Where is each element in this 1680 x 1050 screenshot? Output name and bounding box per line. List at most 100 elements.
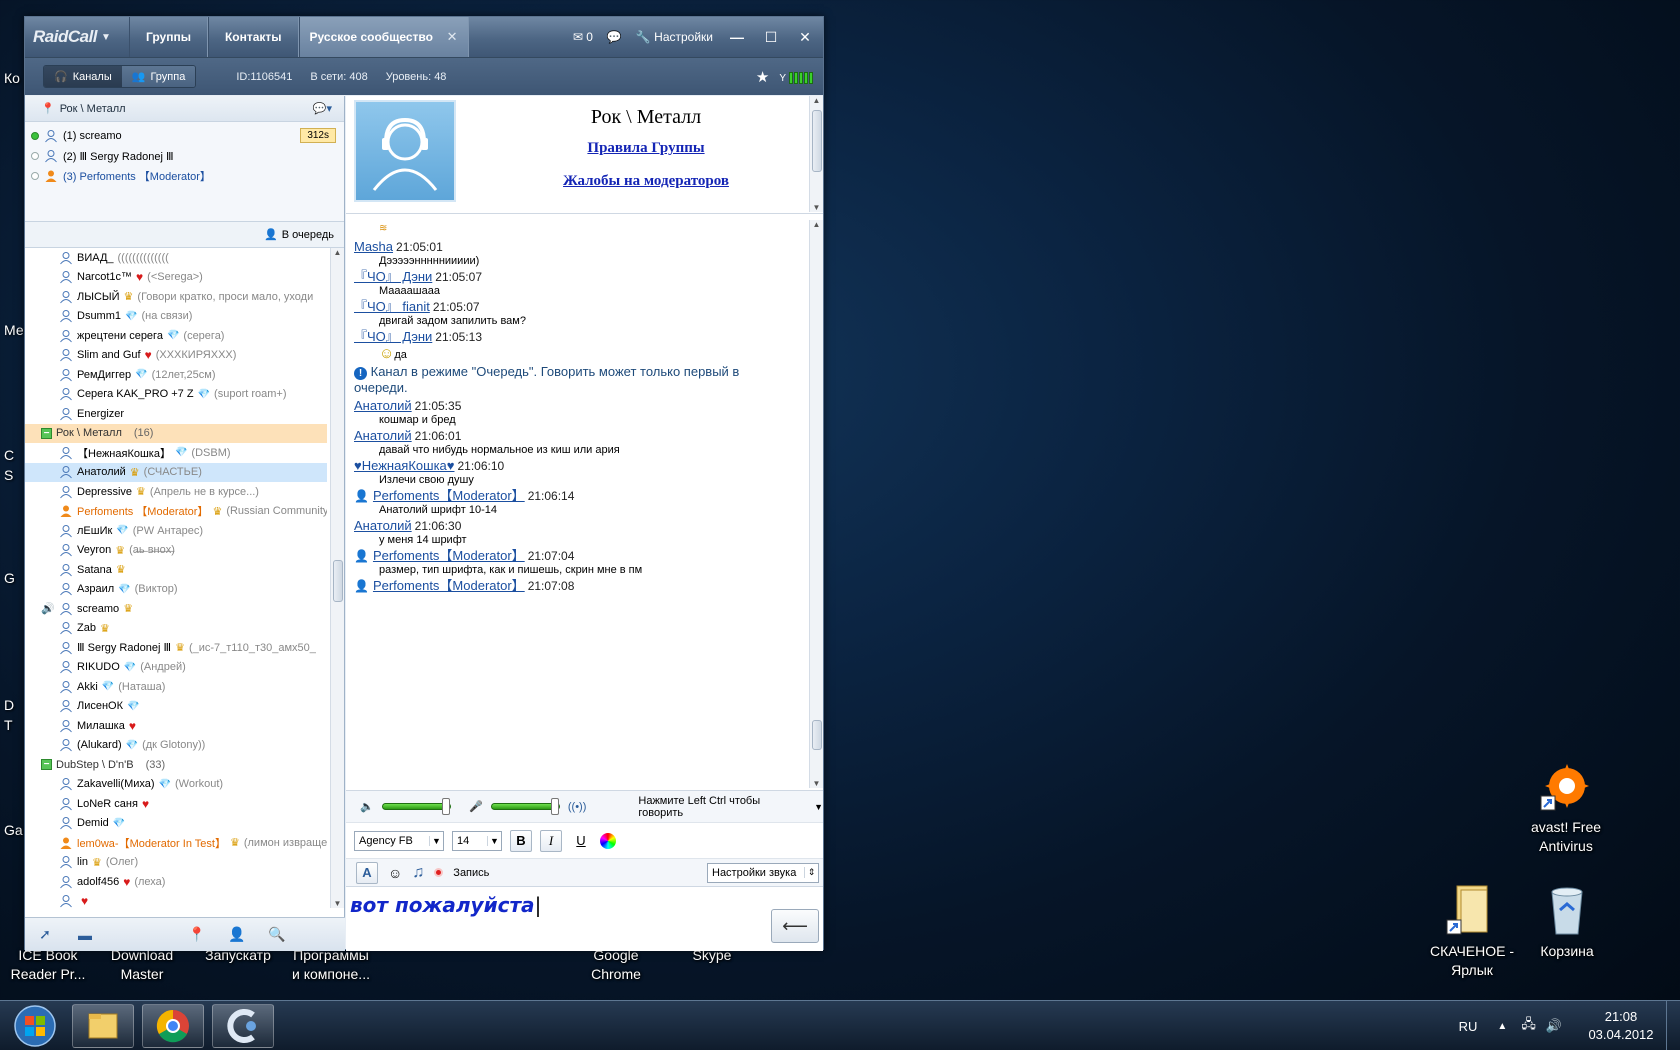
color-picker-icon[interactable] xyxy=(600,832,616,849)
message-input[interactable]: вот пожалуйста| ⟵ xyxy=(346,886,823,951)
bold-button[interactable]: B xyxy=(510,829,532,852)
member-tree-scrollbar[interactable]: ▲ ▼ xyxy=(330,248,344,908)
user-search-icon[interactable]: 👤 xyxy=(217,926,257,943)
message-author[interactable]: Анатолий xyxy=(354,518,412,533)
scroll-down-icon[interactable]: ▼ xyxy=(810,779,823,788)
member-row[interactable]: РемДиггер 💎 (12лет,25см) xyxy=(25,365,327,385)
tab-russian-community[interactable]: Русское сообщество ✕ xyxy=(298,17,469,57)
tab-contacts[interactable]: Контакты xyxy=(207,17,299,57)
scroll-up-icon[interactable]: ▲ xyxy=(331,248,344,257)
info-scrollbar[interactable]: ▲ ▼ xyxy=(809,96,823,212)
star-icon[interactable]: ★ xyxy=(756,68,769,86)
message-author[interactable]: 『ЧО』 Дэни xyxy=(354,329,432,344)
member-row[interactable]: Energizer xyxy=(25,404,327,424)
scroll-up-icon[interactable]: ▲ xyxy=(810,96,823,105)
member-row[interactable]: Серега KAK_PRO +7 Z 💎 (suport roam+) xyxy=(25,385,327,405)
italic-button[interactable]: I xyxy=(540,829,562,852)
underline-button[interactable]: U xyxy=(570,830,592,852)
member-row[interactable]: LoNeR саня ♥ xyxy=(25,794,327,814)
record-button[interactable]: Запись xyxy=(453,867,489,879)
group-button[interactable]: 👥 Группа xyxy=(121,66,196,87)
queue-item[interactable]: (3) Perfoments 【Moderator】 xyxy=(25,166,344,186)
channel-group[interactable]: − Рок \ Металл (16) xyxy=(25,423,327,443)
member-row[interactable]: Veyron ♛ (а̶ь̶ в̶н̶о̶х̶) xyxy=(25,541,327,561)
desktop-label-download-master[interactable]: Download Master xyxy=(100,946,184,984)
scrollbar-thumb[interactable] xyxy=(333,560,343,602)
member-row[interactable]: Милашка ♥ xyxy=(25,716,327,736)
member-row[interactable]: Zakavelli(Миха) 💎 (Workout) xyxy=(25,775,327,795)
message-author[interactable]: Perfoments【Moderator】 xyxy=(373,548,525,563)
member-row[interactable]: Satana ♛ xyxy=(25,560,327,580)
close-button[interactable]: ✕ xyxy=(795,29,815,46)
member-row[interactable]: (Alukard) 💎 (дк Glotony)) xyxy=(25,736,327,756)
mail-button[interactable]: ✉ 0 xyxy=(573,30,593,44)
microphone-icon[interactable]: 🎤 xyxy=(469,800,483,813)
queue-item[interactable]: (1) screamo 312s xyxy=(25,126,344,146)
start-button[interactable] xyxy=(6,1004,64,1048)
desktop-icon-recycle-bin[interactable]: Корзина xyxy=(1522,880,1612,961)
message-author[interactable]: Анатолий xyxy=(354,398,412,413)
show-desktop-button[interactable] xyxy=(1666,1001,1680,1050)
member-row[interactable]: RIKUDO 💎 (Андрей) xyxy=(25,658,327,678)
message-author[interactable]: Perfoments【Moderator】 xyxy=(373,578,525,593)
location-pin-icon[interactable]: 📍 xyxy=(177,926,217,943)
close-tab-icon[interactable]: ✕ xyxy=(447,29,458,45)
font-select[interactable]: Agency FB ▼ xyxy=(354,830,444,851)
group-rules-link[interactable]: Правила Группы xyxy=(486,140,806,157)
member-row[interactable]: Perfoments 【Moderator】 ♛ (Russian Communit… xyxy=(25,502,327,522)
message-author[interactable]: 『ЧО』 Дэни xyxy=(354,269,432,284)
member-row[interactable]: Dsumm1 💎 (на связи) xyxy=(25,307,327,327)
scrollbar-thumb[interactable] xyxy=(812,720,822,750)
show-hidden-icons-icon[interactable]: ▲ xyxy=(1497,1021,1507,1032)
desktop-label-programs[interactable]: Программы и компоне... xyxy=(286,946,376,984)
search-icon[interactable]: 🔍 xyxy=(257,926,297,943)
desktop-label-icebook[interactable]: ICE Book Reader Pr... xyxy=(6,946,90,984)
member-row[interactable]: ЛЫСЫЙ ♛ (Говори кратко, проси мало, уходи xyxy=(25,287,327,307)
chevron-down-icon[interactable]: ▼ xyxy=(814,802,823,812)
message-author[interactable]: ♥НежнаяКошка♥ xyxy=(354,458,455,473)
member-row[interactable]: lin ♛ (Олег) xyxy=(25,853,327,873)
speaker-volume-icon[interactable]: 🔈 xyxy=(360,800,374,813)
scroll-up-icon[interactable]: ▲ xyxy=(810,220,823,229)
raidcall-logo[interactable]: RaidCall ▼ xyxy=(25,27,129,47)
desktop-label-chrome[interactable]: Google Chrome xyxy=(576,946,656,984)
chat-scrollbar[interactable]: ▲ ▼ xyxy=(809,220,823,788)
sound-settings-button[interactable]: Настройки звука ⇕ xyxy=(707,862,819,883)
collapse-icon[interactable]: ▬ xyxy=(65,927,105,943)
font-style-icon[interactable]: A xyxy=(356,861,378,884)
member-row[interactable]: лЕшИк 💎 (PW Антарес) xyxy=(25,521,327,541)
chat-mode-icon[interactable]: 💬▾ xyxy=(313,102,332,115)
member-row[interactable]: Narcot1c™ ♥ (<Serega>) xyxy=(25,268,327,288)
member-row[interactable]: 【НежнаяКошка】 💎 (DSBM) xyxy=(25,443,327,463)
push-to-talk-hint[interactable]: Нажмите Left Ctrl чтобы говорить xyxy=(638,795,806,819)
minimize-button[interactable]: — xyxy=(727,29,747,45)
message-author[interactable]: Masha xyxy=(354,239,393,254)
channel-group[interactable]: − DubStep \ D'n'B (33) xyxy=(25,755,327,775)
member-row[interactable]: 🔊 screamo ♛ xyxy=(25,599,327,619)
join-queue-button[interactable]: 👤 В очередь xyxy=(25,222,344,248)
scroll-down-icon[interactable]: ▼ xyxy=(810,203,823,212)
member-row[interactable]: adolf456 ♥ (леха) xyxy=(25,872,327,892)
clock[interactable]: 21:08 03.04.2012 xyxy=(1576,1008,1666,1044)
member-row[interactable]: Азраил 💎 (Виктор) xyxy=(25,580,327,600)
add-channel-icon[interactable]: ➚ xyxy=(25,926,65,943)
member-row[interactable]: жрецтени серега 💎 (серега) xyxy=(25,326,327,346)
member-row[interactable]: Akki 💎 (Наташа) xyxy=(25,677,327,697)
member-row[interactable]: ЛисенОК 💎 xyxy=(25,697,327,717)
moderator-complaints-link[interactable]: Жалобы на модераторов xyxy=(486,173,806,190)
maximize-button[interactable]: ☐ xyxy=(761,29,781,46)
collapse-group-icon[interactable]: − xyxy=(41,759,52,771)
music-icon[interactable]: ♫ xyxy=(412,864,424,882)
speaker-volume-slider[interactable] xyxy=(381,798,451,815)
font-size-select[interactable]: 14 ▼ xyxy=(452,830,502,851)
channels-button[interactable]: 🎧 Каналы xyxy=(44,66,122,87)
desktop-icon-skachenoe[interactable]: СКАЧЕНОЕ - Ярлык xyxy=(1424,880,1520,980)
tab-groups[interactable]: Группы xyxy=(129,17,208,57)
scrollbar-thumb[interactable] xyxy=(812,110,822,172)
taskbar-chrome[interactable] xyxy=(142,1004,204,1048)
scroll-down-icon[interactable]: ▼ xyxy=(331,899,344,908)
emoji-icon[interactable]: ☺ xyxy=(388,865,402,881)
collapse-group-icon[interactable]: − xyxy=(41,427,52,439)
desktop-icon-avast[interactable]: avast! Free Antivirus xyxy=(1520,756,1612,856)
message-author[interactable]: Perfoments【Moderator】 xyxy=(373,488,525,503)
